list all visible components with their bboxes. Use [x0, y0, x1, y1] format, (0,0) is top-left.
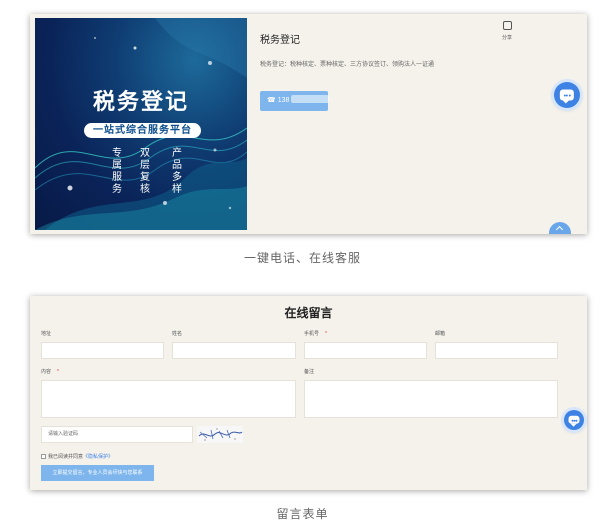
remark-textarea[interactable]: [304, 380, 558, 418]
phone-number: 138: [277, 97, 290, 104]
address-input[interactable]: [41, 342, 164, 359]
email-input[interactable]: [435, 342, 558, 359]
consent-checkbox[interactable]: 我已阅读并同意《隐私保护》: [41, 453, 113, 460]
product-description: 税务登记：税种核定、票种核定、三方协议签订、领购法人一证通: [260, 62, 435, 68]
banner-feature-2: 双层复核: [140, 148, 150, 195]
privacy-link[interactable]: 《隐私保护》: [83, 454, 113, 460]
checkbox-icon: [41, 454, 46, 459]
chat-icon: [568, 415, 580, 428]
product-card: 税务登记 一站式综合服务平台 专属服务 双层复核 产品多样 税务登记 税务登记：…: [30, 14, 587, 234]
caption-feature-2: 留言表单: [276, 507, 329, 521]
name-label: 姓名: [172, 331, 183, 337]
phone-number-blur: [291, 95, 330, 103]
chevron-up-icon: [555, 225, 564, 234]
captcha-input[interactable]: 请输入验证码: [41, 426, 193, 443]
banner-image: 税务登记 一站式综合服务平台 专属服务 双层复核 产品多样: [35, 18, 247, 230]
banner-feature-1: 专属服务: [112, 148, 122, 195]
name-input[interactable]: [172, 342, 296, 359]
message-form: 在线留言 地址 姓名 手机号 * 邮箱 内容 * 备注 请输入验证码 我已阅读并同意…: [30, 296, 587, 490]
chat-button-2[interactable]: [564, 410, 584, 430]
share-label: 分享: [501, 35, 512, 41]
banner-title: 税务登记: [92, 89, 189, 114]
submit-button[interactable]: 立即提交留言，专业人员会尽快与您联系: [41, 465, 154, 481]
form-title: 在线留言: [284, 306, 333, 320]
phone-button[interactable]: ☎ 138: [260, 91, 330, 111]
captcha-image[interactable]: [197, 426, 243, 443]
share-icon: [502, 21, 512, 30]
email-label: 邮箱: [435, 331, 446, 337]
captcha-graphic: [198, 428, 243, 441]
banner-subtitle: 一站式综合服务平台: [84, 123, 201, 138]
remark-label: 备注: [304, 369, 315, 375]
share-button[interactable]: 分享: [497, 21, 517, 41]
address-label: 地址: [41, 331, 52, 337]
content-label: 内容 *: [41, 369, 59, 375]
phone-label: 手机号 *: [304, 331, 327, 337]
banner-feature-3: 产品多样: [172, 148, 182, 195]
content-textarea[interactable]: [41, 380, 296, 418]
chat-button[interactable]: [554, 82, 580, 108]
caption-feature-1: 一键电话、在线客服: [243, 251, 361, 265]
phone-icon: ☎: [267, 97, 276, 104]
chat-icon: [559, 89, 575, 104]
product-title: 税务登记: [260, 35, 300, 46]
consent-text: 我已阅读并同意: [48, 454, 84, 460]
phone-input[interactable]: [304, 342, 427, 359]
